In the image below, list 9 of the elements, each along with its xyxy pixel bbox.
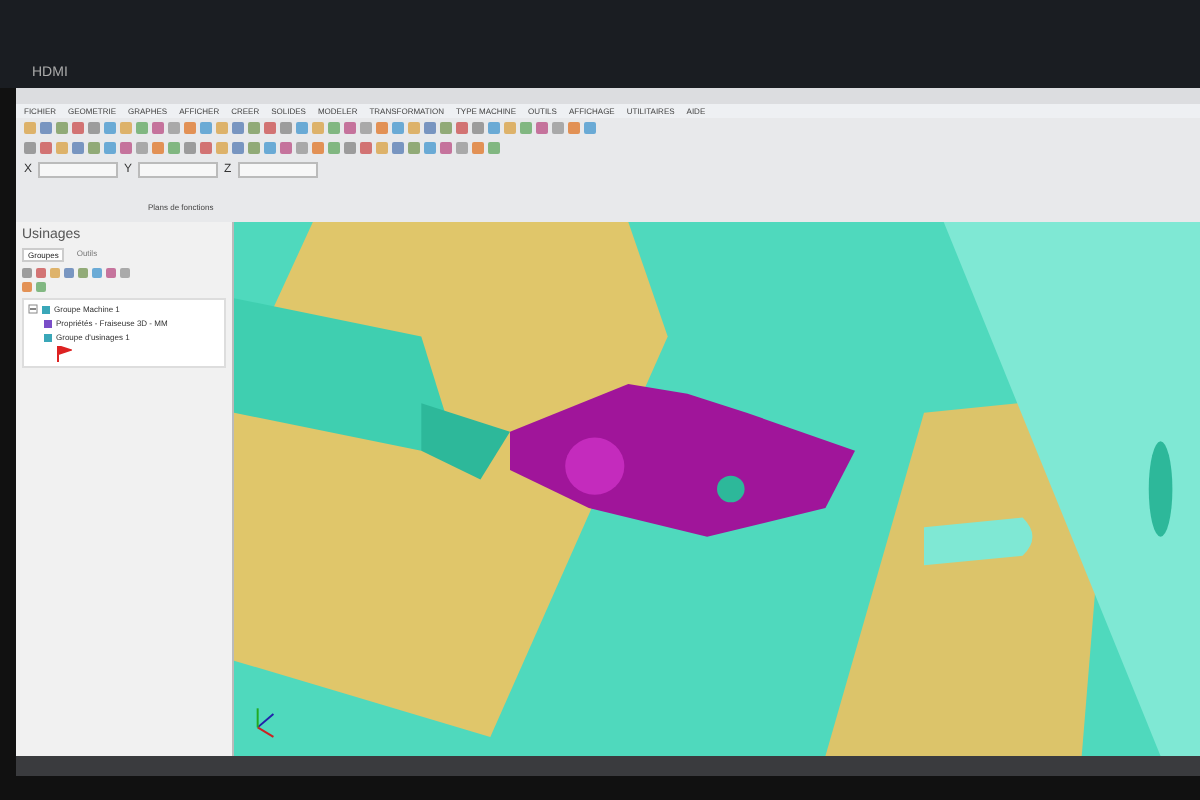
coordinate-field[interactable] (38, 162, 119, 178)
coordinate-field[interactable] (237, 162, 318, 178)
flag-icon (56, 346, 72, 362)
expander-icon[interactable] (28, 304, 38, 314)
tree-node-icon (44, 319, 52, 327)
coordinate-field[interactable] (138, 162, 219, 178)
tree-node-icon (44, 333, 52, 341)
folder-icon (42, 305, 50, 313)
axis-triad-icon (256, 707, 275, 738)
